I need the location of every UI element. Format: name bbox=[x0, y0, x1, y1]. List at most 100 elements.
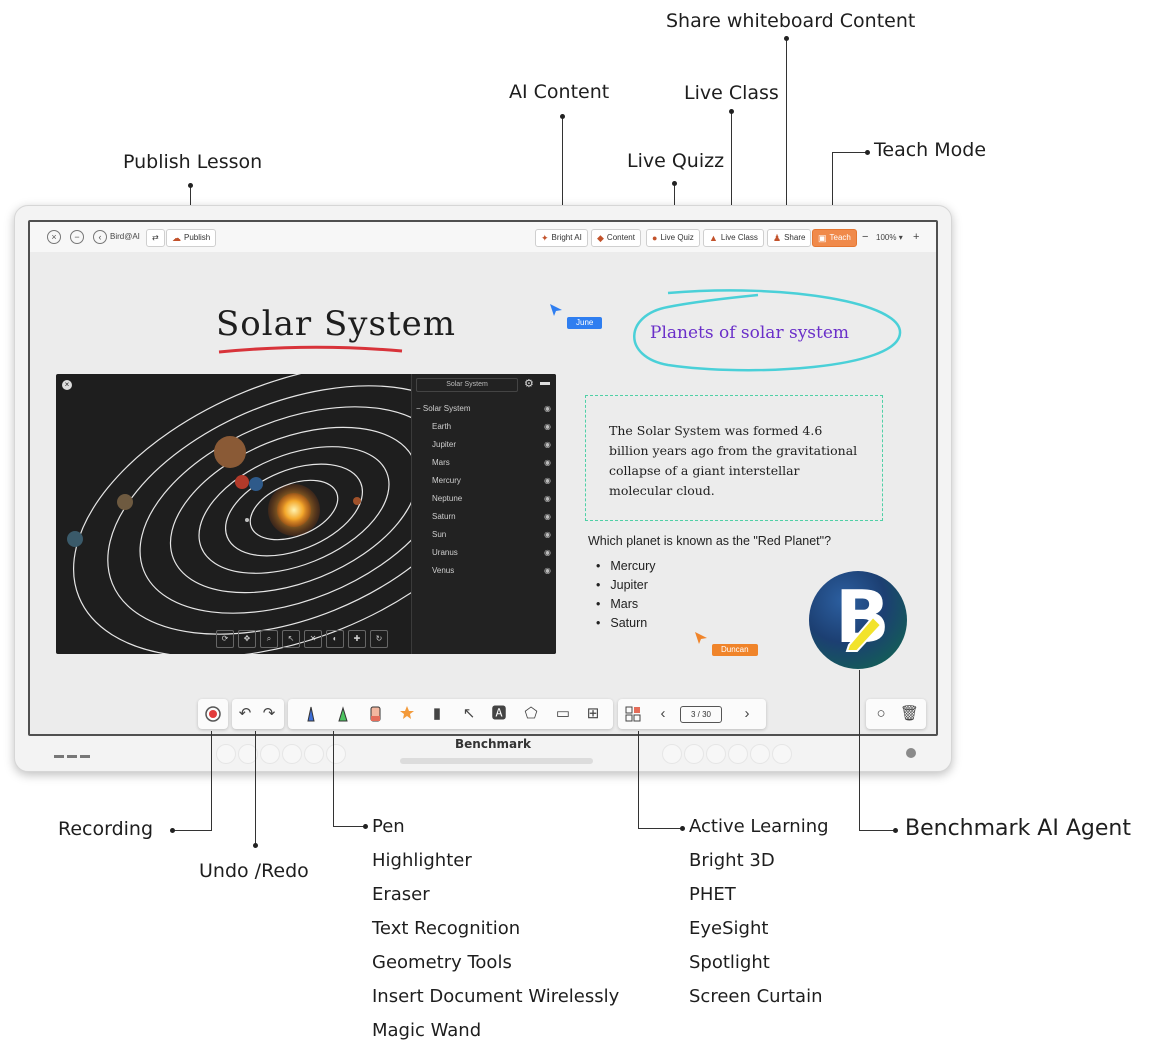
live-quiz-button[interactable]: ● Live Quiz bbox=[646, 229, 700, 247]
select-tool[interactable]: ↖ bbox=[282, 630, 300, 648]
fact-text: The Solar System was formed 4.6 billion … bbox=[609, 423, 858, 498]
circle-button[interactable]: ○ bbox=[872, 705, 890, 723]
switch-button[interactable]: ⇄ bbox=[146, 229, 165, 247]
eye-icon[interactable]: ◉ bbox=[544, 458, 551, 467]
tree-root-label[interactable]: − Solar System bbox=[416, 404, 470, 413]
sim-toolbar: ⟳ ✥ ⌕ ↖ ✕ ◐ ✚ ↻ bbox=[216, 630, 388, 648]
share-button[interactable]: ♟ Share bbox=[767, 229, 812, 247]
trash-icon[interactable]: 🗑 bbox=[900, 705, 919, 723]
highlighter-tool[interactable] bbox=[334, 705, 352, 723]
record-button[interactable] bbox=[204, 705, 222, 723]
undo-redo-group: ↶ ↷ bbox=[232, 699, 284, 729]
callout-teach-mode: Teach Mode bbox=[874, 139, 987, 161]
eraser-tool[interactable] bbox=[366, 705, 384, 723]
active-learning-item: EyeSight bbox=[689, 918, 769, 939]
benchmark-ai-agent[interactable]: B bbox=[809, 571, 907, 669]
teach-button[interactable]: ▣ Teach bbox=[812, 229, 857, 247]
bird-ai-label[interactable]: Bird@AI bbox=[110, 230, 140, 244]
board-title[interactable]: Solar System bbox=[216, 304, 456, 344]
leader-active-v bbox=[638, 731, 639, 829]
reset-tool[interactable]: ↻ bbox=[370, 630, 388, 648]
shapes-tool[interactable]: ⬠ bbox=[522, 705, 540, 723]
fact-note[interactable]: The Solar System was formed 4.6 billion … bbox=[585, 395, 883, 521]
active-learning-button[interactable] bbox=[624, 705, 642, 723]
planet-item[interactable]: Venus bbox=[432, 566, 454, 575]
planet-item[interactable]: Mercury bbox=[432, 476, 461, 485]
live-class-button[interactable]: ▲ Live Class bbox=[703, 229, 764, 247]
back-icon[interactable]: ‹ bbox=[93, 230, 107, 244]
undo-button[interactable]: ↶ bbox=[236, 705, 254, 723]
orbit-view[interactable] bbox=[56, 374, 412, 654]
text-tool[interactable]: 🅰 bbox=[490, 705, 508, 723]
bezel-buttons-right bbox=[662, 744, 792, 766]
eye-icon[interactable]: ◉ bbox=[544, 566, 551, 575]
tools-group: ▮ ↖ 🅰 ⬠ ▭ ⊞ bbox=[288, 699, 613, 729]
callout-undo-redo: Undo /Redo bbox=[199, 860, 309, 882]
switch-icon: ⇄ bbox=[152, 233, 159, 242]
redo-button[interactable]: ↷ bbox=[260, 705, 278, 723]
planet-item[interactable]: Earth bbox=[432, 422, 451, 431]
quiz-option[interactable]: Saturn bbox=[596, 616, 647, 630]
add-page-button[interactable]: ⊞ bbox=[584, 705, 602, 723]
quiz-option[interactable]: Mercury bbox=[596, 559, 655, 573]
locate-tool[interactable]: ✕ bbox=[304, 630, 322, 648]
planet-item[interactable]: Neptune bbox=[432, 494, 462, 503]
prev-page-button[interactable]: ‹ bbox=[654, 705, 672, 723]
content-label: Content bbox=[606, 233, 635, 242]
callout-share-whiteboard: Share whiteboard Content bbox=[666, 10, 916, 32]
eye-icon[interactable]: ◉ bbox=[544, 548, 551, 557]
page-counter[interactable]: 3 / 30 bbox=[680, 706, 722, 723]
zoom-level: 100% bbox=[876, 233, 897, 242]
solar-system-simulation[interactable]: × Solar System ⚙ ▬ − Solar System ◉ Eart… bbox=[56, 374, 556, 654]
planet-item[interactable]: Saturn bbox=[432, 512, 456, 521]
collapse-icon[interactable]: ▬ bbox=[540, 377, 550, 388]
zoom-tool[interactable]: ⌕ bbox=[260, 630, 278, 648]
planet-item[interactable]: Uranus bbox=[432, 548, 458, 557]
page-nav-group: ‹ 3 / 30 › bbox=[618, 699, 766, 729]
magic-wand-tool[interactable] bbox=[398, 705, 416, 723]
gear-icon[interactable]: ⚙ bbox=[524, 377, 534, 390]
ruler-tool[interactable]: ▮ bbox=[428, 705, 446, 723]
bulb-icon: ● bbox=[652, 233, 658, 243]
rotate-tool[interactable]: ⟳ bbox=[216, 630, 234, 648]
bright-ai-button[interactable]: ✦ Bright AI bbox=[535, 229, 588, 247]
zoom-out-button[interactable]: − bbox=[862, 230, 868, 244]
zoom-select[interactable]: 100% ▾ bbox=[876, 231, 903, 245]
move-tool[interactable]: ✥ bbox=[238, 630, 256, 648]
leader-pen-h bbox=[333, 826, 365, 827]
callout-publish-lesson: Publish Lesson bbox=[123, 151, 263, 173]
eye-icon[interactable]: ◉ bbox=[544, 476, 551, 485]
pen-tool[interactable] bbox=[302, 705, 320, 723]
eye-icon[interactable]: ◉ bbox=[544, 404, 551, 413]
reinitiate-tool[interactable]: ✚ bbox=[348, 630, 366, 648]
planet-item[interactable]: Mars bbox=[432, 458, 450, 467]
bezel-buttons-left bbox=[216, 744, 346, 766]
eye-icon[interactable]: ◉ bbox=[544, 494, 551, 503]
pen-list-item: Highlighter bbox=[372, 850, 472, 871]
minimize-icon[interactable]: − bbox=[70, 230, 84, 244]
cursor-arrow-icon bbox=[695, 632, 707, 644]
planet-item[interactable]: Sun bbox=[432, 530, 446, 539]
close-icon[interactable]: × bbox=[47, 230, 61, 244]
hide-tool[interactable]: ◐ bbox=[326, 630, 344, 648]
planet-item[interactable]: Jupiter bbox=[432, 440, 456, 449]
pen-list-item: Pen bbox=[372, 816, 405, 837]
content-button[interactable]: ◆ Content bbox=[591, 229, 641, 247]
callout-recording: Recording bbox=[58, 818, 154, 840]
publish-button[interactable]: ☁ Publish bbox=[166, 229, 217, 247]
leader-agent-h bbox=[859, 830, 895, 831]
zoom-in-button[interactable]: + bbox=[913, 230, 919, 244]
whiteboard-screen[interactable]: × − ‹ Bird@AI ⇄ ☁ Publish ✦ Bright AI ◆ … bbox=[28, 220, 938, 736]
planets-label[interactable]: Planets of solar system bbox=[650, 323, 849, 343]
eye-icon[interactable]: ◉ bbox=[544, 422, 551, 431]
select-tool[interactable]: ↖ bbox=[460, 705, 478, 723]
pen-icon bbox=[307, 706, 315, 722]
next-page-button[interactable]: › bbox=[738, 705, 756, 723]
eye-icon[interactable]: ◉ bbox=[544, 530, 551, 539]
quiz-option[interactable]: Jupiter bbox=[596, 578, 648, 592]
leader-recording-h bbox=[172, 830, 212, 831]
eye-icon[interactable]: ◉ bbox=[544, 440, 551, 449]
eye-icon[interactable]: ◉ bbox=[544, 512, 551, 521]
insert-image-tool[interactable]: ▭ bbox=[554, 705, 572, 723]
quiz-option[interactable]: Mars bbox=[596, 597, 638, 611]
